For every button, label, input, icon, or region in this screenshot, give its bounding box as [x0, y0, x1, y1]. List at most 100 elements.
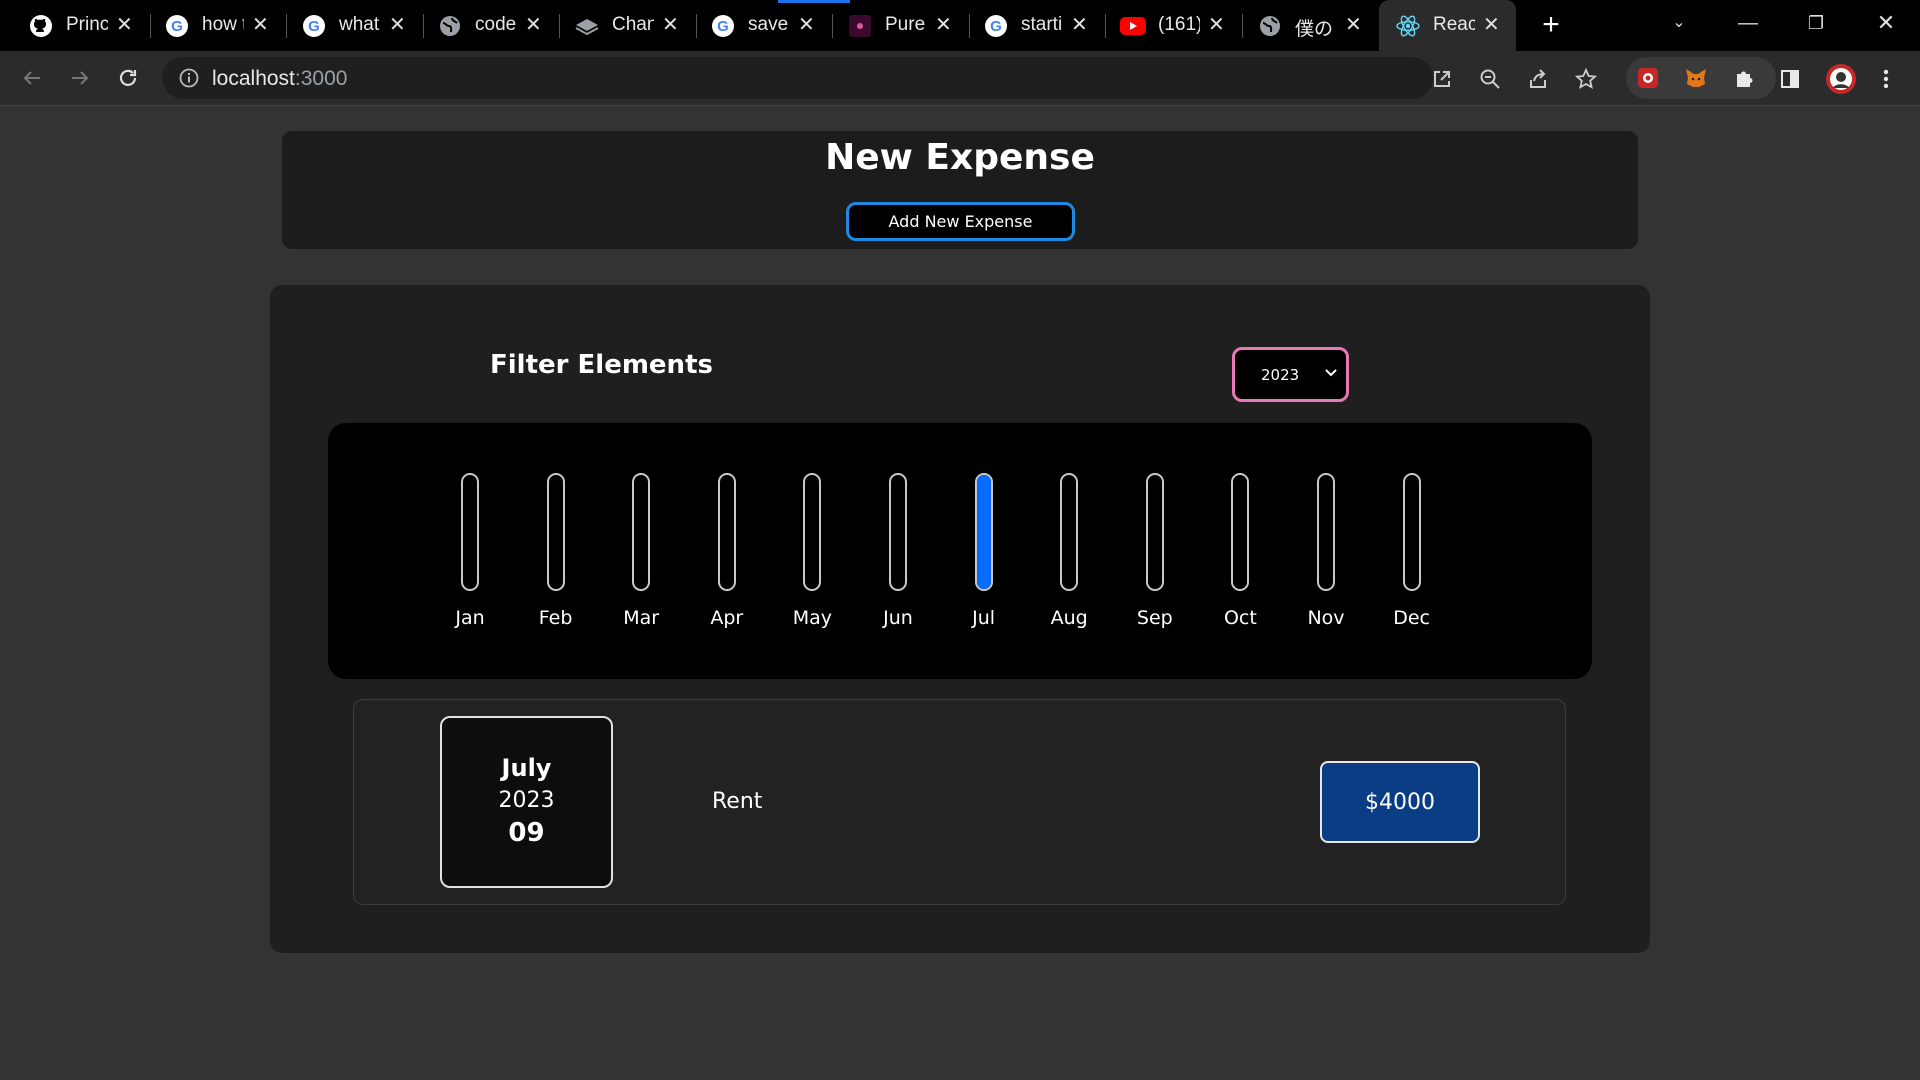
- github-icon: [28, 13, 54, 39]
- svg-text:G: G: [171, 18, 183, 35]
- tab[interactable]: Pure ✕: [819, 0, 969, 51]
- tab-title: 僕の: [1295, 19, 1334, 40]
- tab-title: code: [475, 14, 517, 35]
- minimize-button[interactable]: —: [1728, 8, 1768, 38]
- chart-bar-fill: [976, 475, 991, 589]
- react-icon: [1395, 13, 1421, 39]
- tab[interactable]: G how t ✕: [136, 0, 286, 51]
- chevron-down-icon: [1323, 364, 1339, 380]
- bookmark-star-icon[interactable]: [1572, 65, 1600, 93]
- chart-bar-label: Jul: [972, 607, 996, 629]
- chart-bar-track: [889, 473, 907, 591]
- profile-avatar[interactable]: [1824, 62, 1858, 96]
- tab[interactable]: 僕の ✕: [1229, 0, 1379, 51]
- tab-title: how t: [202, 14, 244, 35]
- expense-title: Rent: [712, 789, 763, 814]
- new-tab-button[interactable]: +: [1536, 10, 1566, 40]
- tab-title: what: [339, 14, 380, 35]
- google-icon: G: [710, 13, 736, 39]
- close-window-button[interactable]: ✕: [1866, 8, 1906, 38]
- url-text: localhost:3000: [212, 67, 347, 91]
- close-icon[interactable]: ✕: [1208, 14, 1225, 36]
- svg-text:G: G: [717, 18, 729, 35]
- tab[interactable]: G starti ✕: [955, 0, 1105, 51]
- close-icon[interactable]: ✕: [116, 14, 133, 36]
- close-icon[interactable]: ✕: [252, 14, 269, 36]
- chart-bar-track: [1402, 473, 1421, 591]
- close-icon[interactable]: ✕: [1071, 14, 1088, 36]
- pure-icon: [847, 13, 873, 39]
- url-host: localhost: [212, 67, 295, 90]
- metamask-fox-icon[interactable]: [1682, 64, 1710, 92]
- kebab-menu-icon[interactable]: [1872, 65, 1900, 93]
- close-icon[interactable]: ✕: [935, 14, 952, 36]
- globe-icon: [437, 13, 463, 39]
- google-icon: G: [164, 13, 190, 39]
- puzzle-icon[interactable]: [1730, 64, 1758, 92]
- chart-bar-track: [461, 473, 479, 591]
- extension-red-icon[interactable]: [1634, 64, 1662, 92]
- chart-bar-apr: Apr: [697, 473, 757, 643]
- year-select-value: 2023: [1261, 366, 1300, 384]
- tab[interactable]: Princ ✕: [0, 0, 150, 51]
- info-icon[interactable]: [178, 67, 200, 89]
- close-icon[interactable]: ✕: [389, 14, 406, 36]
- close-icon[interactable]: ✕: [798, 14, 815, 36]
- monthly-expense-chart: Jan Feb Mar Apr May Jun Jul Aug Sep Oct Nov Dec: [328, 423, 1592, 679]
- chart-bar-label: Jan: [455, 607, 485, 629]
- chart-bar-label: Mar: [623, 607, 660, 629]
- side-panel-icon[interactable]: [1776, 65, 1804, 93]
- chart-bar-label: Dec: [1393, 607, 1430, 629]
- filter-title: Filter Elements: [490, 350, 713, 380]
- chart-bar-dec: Dec: [1382, 473, 1442, 643]
- tab-active[interactable]: React ✕: [1379, 0, 1516, 51]
- tab-title: Pure: [885, 14, 926, 35]
- chart-bar-track: [803, 473, 822, 591]
- chart-bar-label: Apr: [710, 607, 744, 629]
- address-bar[interactable]: localhost:3000: [162, 57, 1433, 99]
- reload-button[interactable]: [112, 62, 144, 94]
- svg-text:G: G: [990, 18, 1002, 35]
- forward-button[interactable]: [64, 62, 96, 94]
- close-icon[interactable]: ✕: [662, 14, 679, 36]
- chart-bar-label: Jun: [883, 607, 913, 629]
- share-icon[interactable]: [1524, 65, 1552, 93]
- chart-bar-label: Oct: [1223, 607, 1257, 629]
- tab-title: Chan: [612, 14, 654, 35]
- back-button[interactable]: [16, 62, 48, 94]
- chart-bar-track: [1060, 473, 1079, 591]
- year-filter-select[interactable]: 2023: [1232, 347, 1349, 402]
- expense-item: July 2023 09 Rent $4000: [353, 699, 1566, 905]
- tab-title: (161): [1158, 14, 1200, 35]
- expense-day: 09: [508, 818, 545, 848]
- close-icon[interactable]: ✕: [1345, 14, 1362, 36]
- tab[interactable]: code ✕: [409, 0, 559, 51]
- chart-bar-sep: Sep: [1125, 473, 1185, 643]
- browser-tab-bar: Princ ✕ G how t ✕ G what ✕ code ✕ Chan ✕: [0, 0, 1920, 51]
- chart-bar-feb: Feb: [526, 473, 586, 643]
- expense-year: 2023: [498, 788, 555, 813]
- zoom-out-icon[interactable]: [1476, 65, 1504, 93]
- tab-title: save: [748, 14, 789, 35]
- browser-toolbar: localhost:3000: [0, 51, 1920, 106]
- chart-bar-mar: Mar: [611, 473, 671, 643]
- chart-bar-track: [1145, 473, 1164, 591]
- open-external-icon[interactable]: [1428, 65, 1456, 93]
- tab[interactable]: G what ✕: [273, 0, 423, 51]
- tab[interactable]: (161) ✕: [1092, 0, 1242, 51]
- tab-search-icon[interactable]: ⌄: [1659, 8, 1699, 38]
- add-new-expense-button[interactable]: Add New Expense: [846, 202, 1075, 241]
- close-icon[interactable]: ✕: [1483, 14, 1500, 36]
- page-content: New Expense Add New Expense Filter Eleme…: [0, 107, 1920, 1080]
- restore-button[interactable]: ❐: [1796, 8, 1836, 38]
- tab[interactable]: Chan ✕: [546, 0, 696, 51]
- chart-bar-track: [717, 473, 736, 591]
- chart-bar-track: [1231, 473, 1250, 591]
- chart-bar-oct: Oct: [1210, 473, 1270, 643]
- close-icon[interactable]: ✕: [525, 14, 542, 36]
- tab-title: React: [1433, 14, 1475, 35]
- tab[interactable]: G save ✕: [682, 0, 832, 51]
- url-port: :3000: [294, 67, 348, 90]
- expense-date: July 2023 09: [440, 716, 613, 888]
- svg-text:G: G: [308, 18, 320, 35]
